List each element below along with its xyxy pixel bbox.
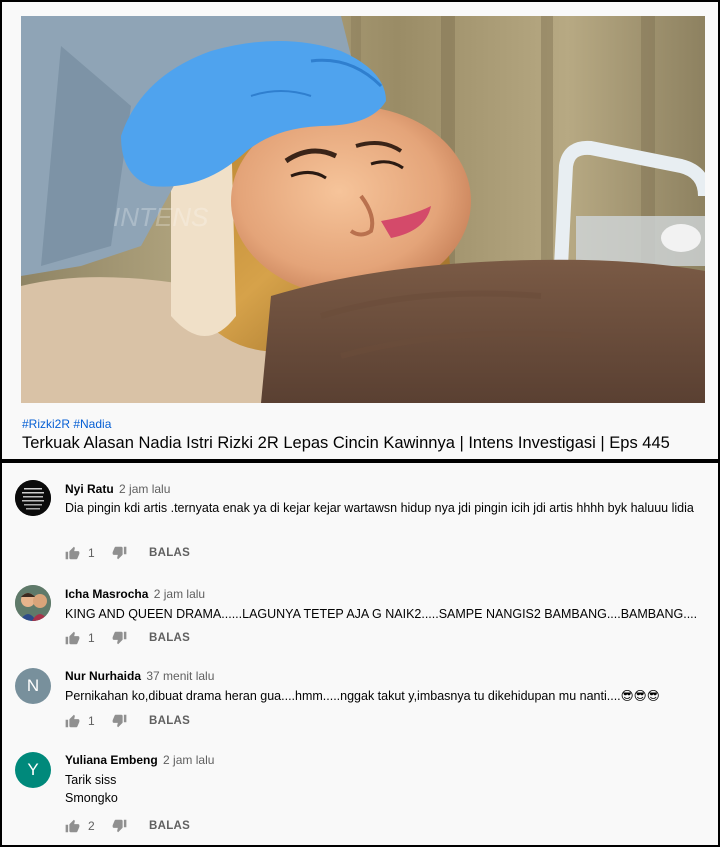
comment-header: Nur Nurhaida 37 menit lalu [65,669,214,683]
video-card: INTENS #Rizki2R #Nadia Terkuak Alasan Na… [2,2,718,459]
video-thumbnail[interactable]: INTENS [21,16,705,403]
avatar-image [15,585,51,621]
comment-text: KING AND QUEEN DRAMA......LAGUNYA TETEP … [65,607,698,621]
comment-header: Yuliana Embeng 2 jam lalu [65,753,214,767]
avatar-image [15,480,51,516]
comment-time[interactable]: 2 jam lalu [163,753,214,767]
comment-author[interactable]: Nur Nurhaida [65,669,141,683]
thumbs-down-icon[interactable] [112,546,127,560]
reply-button[interactable]: BALAS [149,632,190,644]
comments-section: Nyi Ratu 2 jam lalu Dia pingin kdi artis… [2,463,718,845]
comment-header: Icha Masrocha 2 jam lalu [65,587,205,601]
reply-button[interactable]: BALAS [149,547,190,559]
video-title[interactable]: Terkuak Alasan Nadia Istri Rizki 2R Lepa… [22,434,670,453]
comment-text: Pernikahan ko,dibuat drama heran gua....… [65,689,660,703]
comment-time[interactable]: 2 jam lalu [119,482,170,496]
like-count: 1 [88,546,95,560]
comment-text: Tarik siss Smongko [65,771,705,807]
comment-actions: 1 BALAS [65,713,190,729]
comment-actions: 2 BALAS [65,818,190,834]
svg-text:INTENS: INTENS [113,202,209,232]
thumbs-up-icon[interactable] [65,819,80,833]
comment-actions: 1 BALAS [65,630,190,646]
avatar[interactable]: N [15,668,51,704]
thumbs-up-icon[interactable] [65,631,80,645]
thumbs-up-icon[interactable] [65,546,80,560]
reply-button[interactable]: BALAS [149,715,190,727]
avatar[interactable]: Y [15,752,51,788]
comment-text-line: Tarik siss [65,773,117,787]
comment-time[interactable]: 2 jam lalu [154,587,205,601]
like-count: 1 [88,631,95,645]
like-count: 2 [88,819,95,833]
comment-author[interactable]: Nyi Ratu [65,482,114,496]
comment-time[interactable]: 37 menit lalu [146,669,214,683]
thumbs-down-icon[interactable] [112,631,127,645]
like-count: 1 [88,714,95,728]
comment-actions: 1 BALAS [65,545,190,561]
thumbs-down-icon[interactable] [112,714,127,728]
comment-header: Nyi Ratu 2 jam lalu [65,482,170,496]
thumbnail-image: INTENS [21,16,705,403]
comment-author[interactable]: Icha Masrocha [65,587,148,601]
reply-button[interactable]: BALAS [149,820,190,832]
comment-author[interactable]: Yuliana Embeng [65,753,158,767]
thumbs-up-icon[interactable] [65,714,80,728]
avatar[interactable] [15,480,51,516]
thumbs-down-icon[interactable] [112,819,127,833]
avatar[interactable] [15,585,51,621]
comment-text: Dia pingin kdi artis .ternyata enak ya d… [65,501,694,515]
comment-text-line: Smongko [65,791,118,805]
video-hashtags[interactable]: #Rizki2R #Nadia [22,417,111,431]
